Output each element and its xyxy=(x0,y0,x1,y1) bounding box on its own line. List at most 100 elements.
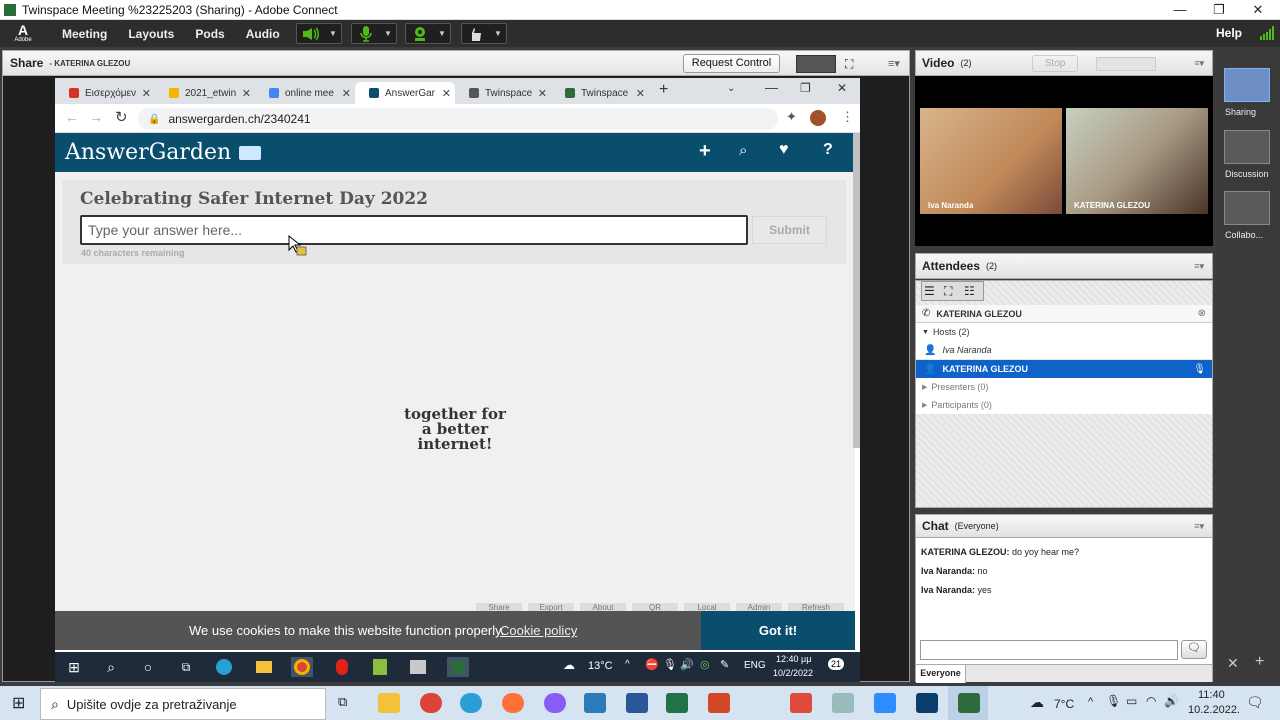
tab-search-icon[interactable]: ⌄ xyxy=(727,83,735,94)
my-status-row[interactable]: ✆ KATERINA GLEZOU ⊗ xyxy=(916,305,1212,323)
menu-meeting[interactable]: Meeting xyxy=(62,27,107,41)
expand-right-icon[interactable]: ▶ xyxy=(922,383,927,391)
status-view-icon[interactable]: ☷ xyxy=(964,284,975,298)
tray-battery-icon[interactable]: ▭ xyxy=(1126,694,1137,708)
powerpoint-icon[interactable] xyxy=(708,693,730,713)
close-tab-icon[interactable]: ✕ xyxy=(442,87,451,100)
speaker-control[interactable]: ▼ xyxy=(296,23,342,44)
expand-right-icon[interactable]: ▶ xyxy=(922,401,927,409)
fullscreen-icon[interactable]: ⛶ xyxy=(845,57,853,72)
edge-icon[interactable] xyxy=(460,693,482,713)
photos-icon[interactable] xyxy=(584,693,606,713)
remote-language[interactable]: ENG xyxy=(744,660,766,671)
search-icon[interactable]: ⌕ xyxy=(100,657,122,677)
tray-microphone-icon[interactable]: 🎙 xyxy=(663,658,677,671)
menu-audio[interactable]: Audio xyxy=(246,27,280,41)
microphone-control[interactable]: ▼ xyxy=(351,23,397,44)
attendee-row-selected[interactable]: 👤 KATERINA GLEZOU 🎙 xyxy=(916,360,1212,378)
attendee-view-toggles[interactable]: ☰ ⛶ ☷ xyxy=(921,281,984,301)
tray-chevron-icon[interactable]: ^ xyxy=(1088,696,1093,708)
close-tab-icon[interactable]: ✕ xyxy=(538,87,547,100)
file-explorer-icon[interactable] xyxy=(378,693,400,713)
raise-hand-icon[interactable] xyxy=(462,24,490,43)
chevron-down-icon[interactable]: ▼ xyxy=(380,29,396,38)
answergarden-logo[interactable]: AnswerGarden xyxy=(65,140,231,165)
chat-input[interactable] xyxy=(920,640,1178,660)
plus-icon[interactable]: + xyxy=(699,140,711,163)
reload-icon[interactable]: ↻ xyxy=(115,108,128,126)
footer-local-button[interactable]: Local xyxy=(684,603,730,611)
app-icon[interactable] xyxy=(544,693,566,713)
excel-icon[interactable] xyxy=(666,693,688,713)
profile-avatar[interactable] xyxy=(810,110,826,126)
app-icon[interactable] xyxy=(407,657,429,677)
opera-icon[interactable] xyxy=(331,657,353,677)
windows-start-icon[interactable]: ⊞ xyxy=(12,693,25,713)
windows-search-box[interactable]: ⌕ Upišite ovdje za pretraživanje xyxy=(40,688,326,720)
adobe-connect-icon[interactable] xyxy=(447,657,469,677)
webcam-icon[interactable] xyxy=(406,24,434,43)
menu-layouts[interactable]: Layouts xyxy=(128,27,174,41)
close-button[interactable]: ✕ xyxy=(1236,0,1280,20)
browser-tab[interactable]: online mee ✕ xyxy=(255,82,355,104)
add-layout-icon[interactable]: + xyxy=(1255,653,1264,671)
video-feed-iva[interactable]: Iva Naranda xyxy=(920,108,1062,214)
chevron-down-icon[interactable]: ▼ xyxy=(325,29,341,38)
page-scrollbar[interactable] xyxy=(853,133,860,448)
webex-icon[interactable] xyxy=(916,693,938,713)
task-view-icon[interactable]: ⧉ xyxy=(338,694,347,710)
adobe-connect-icon[interactable] xyxy=(958,693,980,713)
close-tab-icon[interactable]: ✕ xyxy=(636,87,645,100)
windows-start-icon[interactable]: ⊞ xyxy=(63,657,85,677)
pod-menu-icon[interactable]: ≡▾ xyxy=(1194,261,1204,272)
footer-about-button[interactable]: About xyxy=(580,603,626,611)
tray-network-icon[interactable]: ⛔ xyxy=(645,658,659,671)
hosts-group-header[interactable]: ▼ Hosts (2) xyxy=(916,323,1212,341)
layout-sharing[interactable]: Sharing xyxy=(1224,68,1270,117)
back-icon[interactable]: ← xyxy=(65,109,79,125)
answer-input[interactable]: Type your answer here... xyxy=(80,215,748,245)
tray-wifi-icon[interactable]: ◠ xyxy=(1146,694,1156,708)
browser-tab-active[interactable]: AnswerGar ✕ xyxy=(355,82,455,104)
chat-tab-everyone[interactable]: Everyone xyxy=(916,665,966,683)
chrome-icon[interactable] xyxy=(291,657,313,677)
minimize-button[interactable]: — xyxy=(1158,0,1202,20)
notification-badge[interactable]: 21 xyxy=(828,658,845,670)
send-message-button[interactable]: 🗨 xyxy=(1181,640,1207,659)
chevron-down-icon[interactable]: ▼ xyxy=(434,29,450,38)
status-control[interactable]: ▼ xyxy=(461,23,507,44)
pod-menu-icon[interactable]: ≡▾ xyxy=(1194,521,1204,532)
list-view-icon[interactable]: ☰ xyxy=(924,284,935,298)
edge-icon[interactable] xyxy=(213,657,235,677)
chrome-icon[interactable] xyxy=(420,693,442,713)
video-feed-katerina[interactable]: KATERINA GLEZOU xyxy=(1066,108,1208,214)
close-tab-icon[interactable]: ✕ xyxy=(242,87,251,100)
search-icon[interactable]: ⌕ xyxy=(739,142,747,159)
browser-tab[interactable]: 2021_etwin ✕ xyxy=(155,82,255,104)
request-control-button[interactable]: Request Control xyxy=(683,54,780,73)
stop-video-button[interactable]: Stop xyxy=(1032,55,1078,72)
attendee-row[interactable]: 👤 Iva Naranda xyxy=(916,341,1212,359)
menu-help[interactable]: Help xyxy=(1216,26,1242,40)
chevron-down-icon[interactable]: ▼ xyxy=(490,29,506,38)
pod-menu-icon[interactable]: ≡▾ xyxy=(1194,58,1204,69)
layout-collaboration[interactable]: Collabo... xyxy=(1224,191,1270,240)
tray-microphone-icon[interactable]: 🎙 xyxy=(1106,694,1121,708)
answer-word-cloud[interactable]: together for a better internet! xyxy=(380,407,530,452)
tray-volume-icon[interactable]: 🔊 xyxy=(680,658,694,671)
cookie-policy-link[interactable]: Cookie policy xyxy=(500,623,577,638)
tray-app-icon[interactable]: ◎ xyxy=(700,658,710,671)
close-tab-icon[interactable]: ✕ xyxy=(342,87,351,100)
file-explorer-icon[interactable] xyxy=(253,657,275,677)
footer-refresh-button[interactable]: Refresh xyxy=(788,603,844,611)
task-view-icon[interactable]: ⧉ xyxy=(175,657,197,677)
browser-tab[interactable]: Εισερχόμεν ✕ xyxy=(55,82,155,104)
notifications-icon[interactable]: 🗨 xyxy=(1246,694,1264,711)
forward-icon[interactable]: → xyxy=(89,109,103,125)
word-icon[interactable] xyxy=(626,693,648,713)
cortana-icon[interactable]: ○ xyxy=(137,657,159,677)
close-tab-icon[interactable]: ✕ xyxy=(142,87,151,100)
layout-discussion[interactable]: Discussion xyxy=(1224,130,1270,179)
footer-export-button[interactable]: Export xyxy=(528,603,574,611)
help-icon[interactable]: ? xyxy=(823,141,833,159)
